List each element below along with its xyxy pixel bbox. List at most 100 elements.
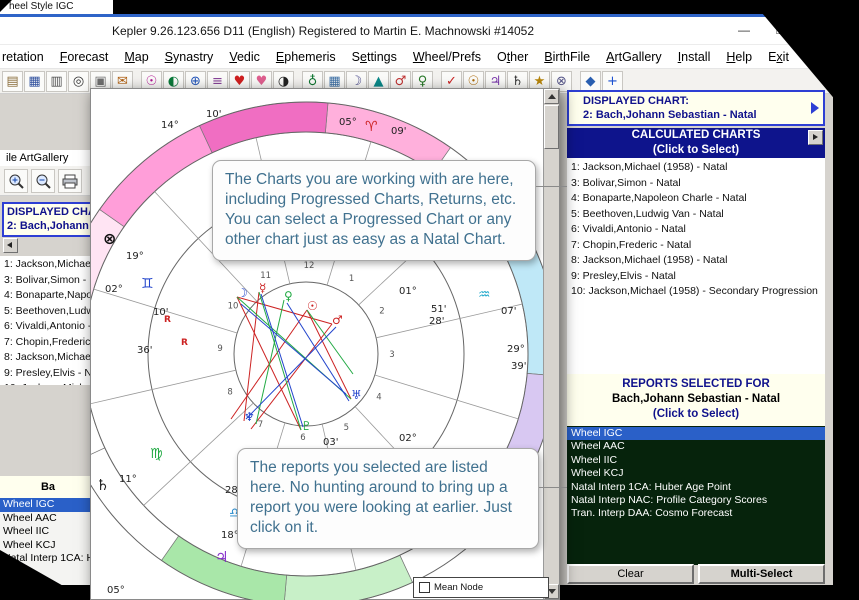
calculated-chart-item[interactable]: 3: Bolivar,Simon - Natal [567, 176, 825, 192]
calculated-chart-item[interactable]: 1: Jackson,Michael (1958) - Natal [567, 160, 825, 176]
print-icon[interactable] [58, 169, 82, 193]
displayed-chart-value: 2: Bach,Johann Sebastian - Natal [4, 219, 92, 233]
astro-glyph: R [164, 315, 171, 325]
displayed-chart-box[interactable]: DISPLAYED CHART: 2: Bach,Johann Sebastia… [567, 90, 825, 126]
multi-select-button[interactable]: Multi-Select [698, 564, 825, 584]
degree-label: 03' [323, 437, 338, 448]
chart-scrollbar[interactable] [543, 89, 559, 599]
menu-vedic[interactable]: Vedic [221, 50, 268, 64]
report-item[interactable]: Natal Interp NAC: Profile Category Score… [567, 494, 825, 507]
house-number: 2 [379, 307, 384, 317]
calculated-chart-item[interactable]: 9: Presley,Elvis - Natal [0, 366, 96, 382]
menu-map[interactable]: Map [116, 50, 156, 64]
menu-settings[interactable]: Settings [344, 50, 405, 64]
house-number: 10 [228, 301, 239, 311]
scrollbar-thumb[interactable] [544, 105, 559, 149]
menu-synastry[interactable]: Synastry [157, 50, 222, 64]
clear-button[interactable]: Clear [567, 564, 694, 584]
wheel-ring [234, 282, 378, 426]
calculated-chart-item[interactable]: 4: Bonaparte,Napoleon Charle - Natal [0, 288, 96, 304]
menu-bar: retationForecastMapSynastryVedicEphemeri… [0, 45, 833, 68]
house-cusp-line [375, 375, 518, 419]
report-item[interactable]: Natal Interp 1CA: Huber Age Point [567, 481, 825, 494]
print-icon[interactable]: ▥ [46, 71, 67, 92]
degree-label: 29° [507, 344, 525, 355]
degree-label: 10' [206, 109, 221, 120]
camera-icon[interactable]: ◎ [68, 71, 89, 92]
install-plus-icon[interactable]: + [602, 71, 623, 92]
degree-label: 51' [431, 304, 446, 315]
calculated-chart-item[interactable]: 9: Presley,Elvis - Natal [567, 269, 825, 285]
save-chart-icon[interactable]: ▦ [24, 71, 45, 92]
menu-help[interactable]: Help [718, 50, 760, 64]
fragment-toolbar [0, 166, 96, 196]
window-title: Kepler 9.26.123.656 D11 (English) Regist… [112, 24, 534, 38]
displayed-chart-label: DISPLAYED CHART: [569, 94, 823, 108]
chart-select-arrow-icon[interactable] [811, 102, 819, 114]
mean-node-box[interactable]: Mean Node [413, 577, 549, 598]
menu-artgallery[interactable]: ArtGallery [598, 50, 670, 64]
title-bar[interactable]: Kepler 9.26.123.656 D11 (English) Regist… [0, 17, 833, 45]
degree-label: 01° [399, 286, 417, 297]
report-item[interactable]: Tran. Interp DAA: Cosmo Forecast [567, 507, 825, 520]
report-item[interactable]: Wheel KCJ [567, 467, 825, 480]
calculated-chart-item[interactable]: 8: Jackson,Michael (1958) - Natal [0, 350, 96, 366]
calculated-chart-item[interactable]: 4: Bonaparte,Napoleon Charle - Natal [567, 191, 825, 207]
calculated-chart-item[interactable]: 5: Beethoven,Ludwig Van - Natal [0, 304, 96, 320]
report-item[interactable]: Wheel IIC [567, 454, 825, 467]
minimize-button[interactable]: — [727, 17, 761, 44]
calculated-chart-item[interactable]: 7: Chopin,Frederic - Natal [567, 238, 825, 254]
degree-label: 39' [511, 361, 526, 372]
degree-label: 28' [429, 316, 444, 327]
astro-glyph: ♊ [141, 276, 154, 292]
scroll-up-icon[interactable] [544, 89, 559, 104]
house-number: 1 [349, 274, 354, 284]
report-item[interactable]: Wheel KCJ [0, 539, 96, 553]
scroll-left-icon[interactable] [3, 238, 18, 253]
astro-glyph: ♀ [284, 289, 293, 303]
calculated-chart-item[interactable]: 3: Bolivar,Simon - Natal [0, 273, 96, 289]
mean-node-label: Mean Node [434, 582, 483, 593]
wheel-style-strip: heel Style IGC [0, 0, 113, 14]
menu-birthfile[interactable]: BirthFile [536, 50, 598, 64]
house-number: 11 [260, 271, 271, 281]
fragment-menu-bar[interactable]: ile ArtGallery [0, 150, 102, 166]
calculated-chart-item[interactable]: 10: Jackson,Michael (1958) - Secondary P… [567, 284, 825, 300]
menu-other[interactable]: Other [489, 50, 536, 64]
degree-label: 05° [107, 585, 125, 596]
menu-retation[interactable]: retation [0, 50, 52, 64]
report-item[interactable]: Wheel IGC [567, 427, 825, 440]
open-file-icon[interactable]: ▤ [2, 71, 23, 92]
calculated-chart-item[interactable]: 7: Chopin,Frederic - Natal [0, 335, 96, 351]
menu-forecast[interactable]: Forecast [52, 50, 117, 64]
report-item[interactable]: Wheel AAC [567, 440, 825, 453]
zoom-tool-icon[interactable]: ◆ [580, 71, 601, 92]
zoom-out-icon[interactable] [31, 169, 55, 193]
report-item[interactable]: Wheel IGC [0, 498, 96, 512]
calculated-chart-item[interactable]: 6: Vivaldi,Antonio - Natal [567, 222, 825, 238]
astro-glyph: ♇ [301, 419, 312, 433]
menu-ephemeris[interactable]: Ephemeris [268, 50, 344, 64]
checkbox-icon[interactable] [419, 582, 430, 593]
house-cusp-line [91, 370, 236, 404]
astro-glyph: ⊗ [103, 229, 116, 248]
zodiac-band-sector [91, 332, 105, 460]
zodiac-band-sector [100, 126, 213, 227]
report-item[interactable]: Wheel IIC [0, 525, 96, 539]
degree-label: 09' [391, 126, 406, 137]
calculated-chart-item[interactable]: 6: Vivaldi,Antonio - Natal [0, 319, 96, 335]
scroll-right-icon[interactable] [808, 130, 823, 145]
house-number: 4 [376, 393, 381, 403]
calculated-chart-item[interactable]: 10: Jackson,Michael (1958) - Secondary P… [0, 381, 96, 385]
calculated-chart-item[interactable]: 8: Jackson,Michael (1958) - Natal [567, 253, 825, 269]
calculated-chart-item[interactable]: 1: Jackson,Michael (1958) - Natal [0, 257, 96, 273]
calculated-chart-item[interactable]: 5: Beethoven,Ludwig Van - Natal [567, 207, 825, 223]
menu-install[interactable]: Install [670, 50, 719, 64]
menu-wheel-prefs[interactable]: Wheel/Prefs [405, 50, 489, 64]
zoom-in-icon[interactable] [4, 169, 28, 193]
reports-header-subtitle: (Click to Select) [567, 407, 825, 422]
displayed-chart-box-mini[interactable]: DISPLAYED CHART: 2: Bach,Johann Sebastia… [2, 202, 94, 237]
menu-exit[interactable]: Exit [760, 50, 797, 64]
degree-label: 02° [105, 284, 123, 295]
report-item[interactable]: Wheel AAC [0, 512, 96, 526]
